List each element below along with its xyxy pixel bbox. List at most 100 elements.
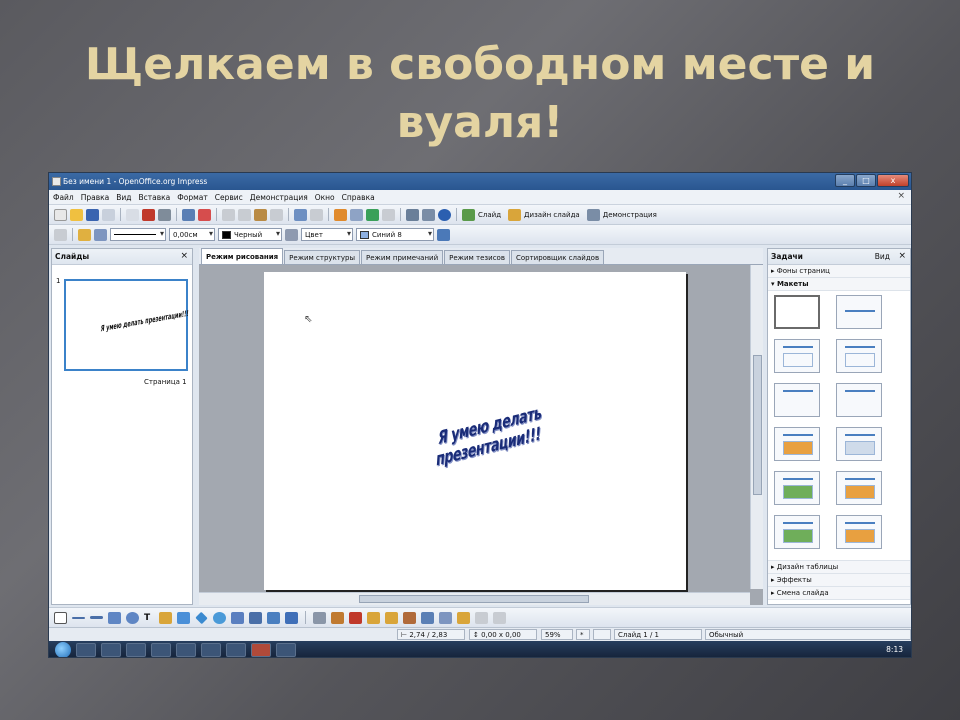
edit-file-icon[interactable]	[126, 208, 139, 221]
gallery-icon[interactable]	[382, 208, 395, 221]
line-icon[interactable]	[54, 228, 67, 241]
paste-icon[interactable]	[254, 208, 267, 221]
layout-blank[interactable]	[774, 295, 820, 329]
layout-title-only[interactable]	[774, 383, 820, 417]
start-button-icon[interactable]	[55, 642, 71, 657]
block-arrows-icon[interactable]	[231, 611, 245, 624]
section-slide-transition[interactable]: ▸ Смена слайда	[768, 587, 910, 600]
menu-format[interactable]: Формат	[177, 193, 207, 202]
taskbar-app3-icon[interactable]	[201, 643, 221, 657]
layout-title-two-content[interactable]	[836, 339, 882, 373]
menu-window[interactable]: Окно	[315, 193, 335, 202]
copy-icon[interactable]	[238, 208, 251, 221]
fill-type-select[interactable]: Цвет	[301, 228, 353, 241]
help-icon[interactable]	[438, 208, 451, 221]
symbol-shapes-icon[interactable]	[213, 611, 227, 624]
show-draw-functions-icon[interactable]	[406, 208, 419, 221]
glue-points-icon[interactable]	[331, 611, 345, 624]
status-zoom[interactable]: 59%	[541, 629, 573, 640]
callouts-icon[interactable]	[267, 611, 281, 624]
menu-tools[interactable]: Сервис	[215, 193, 243, 202]
new-document-icon[interactable]	[54, 208, 67, 221]
maximize-button[interactable]: □	[856, 174, 876, 187]
slide-canvas[interactable]: ⇖ Я умею делать презентации!!!	[264, 272, 686, 590]
curve-tool-icon[interactable]	[159, 611, 173, 624]
menu-file[interactable]: Файл	[53, 193, 74, 202]
slide-design-button[interactable]: Дизайн слайда	[524, 211, 580, 219]
tab-notes[interactable]: Режим примечаний	[361, 250, 444, 264]
layout-title[interactable]	[836, 295, 882, 329]
layout-text-image[interactable]	[774, 515, 820, 549]
section-table-design[interactable]: ▸ Дизайн таблицы	[768, 561, 910, 574]
spellcheck-icon[interactable]	[182, 208, 195, 221]
slideshow-button[interactable]: Демонстрация	[603, 211, 657, 219]
rectangle-tool-icon[interactable]	[108, 611, 121, 624]
layout-text-chart[interactable]	[836, 471, 882, 505]
tab-slide-sorter[interactable]: Сортировщик слайдов	[510, 250, 605, 264]
close-panel-icon[interactable]: ×	[898, 251, 906, 261]
fontwork-object[interactable]: Я умею делать презентации!!!	[405, 395, 573, 479]
clone-format-icon[interactable]	[270, 208, 283, 221]
layout-title-content[interactable]	[774, 339, 820, 373]
menu-slideshow[interactable]: Демонстрация	[250, 193, 308, 202]
autospellcheck-icon[interactable]	[198, 208, 211, 221]
text-tool-icon[interactable]: T	[144, 613, 150, 623]
navigator-icon[interactable]	[366, 208, 379, 221]
taskbar-media-icon[interactable]	[101, 643, 121, 657]
arrow-tool-icon[interactable]	[90, 616, 103, 619]
fill-color-select[interactable]: Синий 8	[356, 228, 434, 241]
taskbar-app5-icon[interactable]	[276, 643, 296, 657]
points-icon[interactable]	[313, 611, 327, 624]
taskbar-app4-icon[interactable]	[226, 643, 246, 657]
menu-help[interactable]: Справка	[342, 193, 375, 202]
new-slide-icon[interactable]	[462, 208, 475, 221]
slide-design-icon[interactable]	[508, 208, 522, 221]
taskbar-app2-icon[interactable]	[176, 643, 196, 657]
stars-icon[interactable]	[285, 611, 299, 624]
menu-insert[interactable]: Вставка	[139, 193, 171, 202]
extrusion-icon[interactable]	[403, 611, 417, 624]
ellipse-tool-icon[interactable]	[126, 611, 139, 624]
print-icon[interactable]	[158, 208, 171, 221]
rotate-icon[interactable]	[421, 611, 435, 624]
close-panel-icon[interactable]: ×	[180, 251, 188, 261]
vertical-scrollbar[interactable]	[750, 265, 763, 589]
tasks-view-menu[interactable]: Вид	[875, 252, 890, 261]
slideshow-icon[interactable]	[586, 208, 600, 221]
undo-icon[interactable]	[294, 208, 307, 221]
export-pdf-icon[interactable]	[142, 208, 155, 221]
section-backgrounds[interactable]: ▸ Фоны страниц	[768, 265, 910, 278]
open-folder-icon[interactable]	[70, 208, 83, 221]
table-icon[interactable]	[350, 208, 363, 221]
layout-chart-text[interactable]	[836, 515, 882, 549]
area-fill-icon[interactable]	[285, 228, 298, 241]
close-document-icon[interactable]: ×	[897, 191, 905, 201]
slide-button[interactable]: Слайд	[478, 211, 501, 219]
menu-view[interactable]: Вид	[116, 193, 131, 202]
vertical-scroll-thumb[interactable]	[753, 355, 762, 495]
line-color-select[interactable]: Черный	[218, 228, 282, 241]
layout-chart[interactable]	[774, 427, 820, 461]
flowchart-icon[interactable]	[249, 611, 263, 624]
layout-image-text[interactable]	[774, 471, 820, 505]
taskbar-impress-icon[interactable]	[251, 643, 271, 657]
line-style-select[interactable]	[110, 228, 166, 241]
arrange-icon[interactable]	[457, 611, 471, 624]
taskbar-explorer-icon[interactable]	[76, 643, 96, 657]
align-icon[interactable]	[439, 611, 453, 624]
section-layouts[interactable]: ▾ Макеты	[768, 278, 910, 291]
email-icon[interactable]	[102, 208, 115, 221]
horizontal-scrollbar[interactable]	[199, 592, 750, 605]
section-effects[interactable]: ▸ Эффекты	[768, 574, 910, 587]
save-icon[interactable]	[86, 208, 99, 221]
from-file-icon[interactable]	[367, 611, 381, 624]
select-arrow-icon[interactable]	[54, 611, 67, 624]
taskbar-clock[interactable]: 8:13	[886, 645, 903, 654]
basic-shapes-icon[interactable]	[195, 611, 208, 624]
toggle-extrusion-icon[interactable]	[493, 611, 507, 624]
redo-icon[interactable]	[310, 208, 323, 221]
fontwork-gallery-icon[interactable]	[349, 611, 363, 624]
tab-drawing[interactable]: Режим рисования	[201, 248, 284, 264]
gallery-tool-icon[interactable]	[385, 611, 399, 624]
menu-edit[interactable]: Правка	[81, 193, 110, 202]
